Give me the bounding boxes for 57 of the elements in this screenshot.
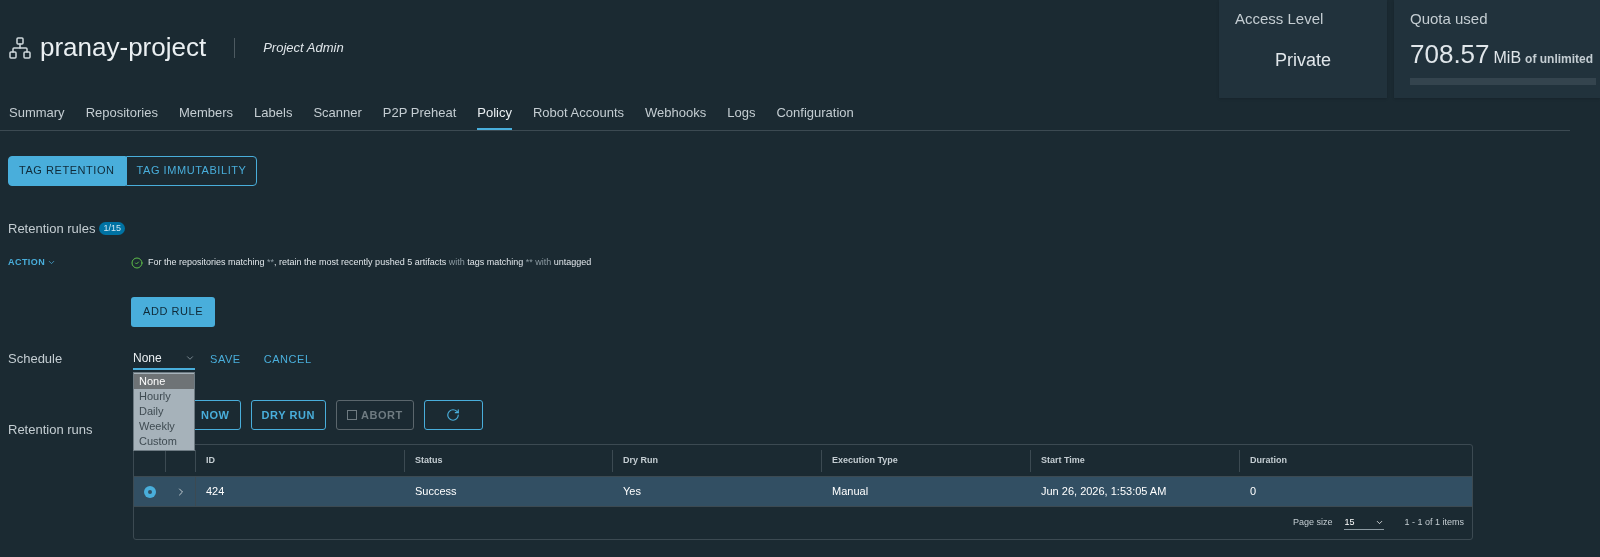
schedule-label: Schedule	[8, 350, 64, 369]
table-row[interactable]: 424 Success Yes Manual Jun 26, 2026, 1:53:05 AM 0	[134, 476, 1472, 507]
nav-tab[interactable]: Labels	[254, 100, 293, 130]
nav-tab[interactable]: Logs	[727, 100, 756, 130]
rule-description: For the repositories matching **, retain the most recently pushed 5 artifacts with tags matching ** with untagged	[148, 256, 592, 269]
table-cell: Jun 26, 2026, 1:53:05 AM	[1041, 485, 1167, 498]
table-cell: 0	[1250, 485, 1257, 498]
dropdown-option[interactable]: Custom	[134, 433, 194, 449]
schedule-select[interactable]: None	[133, 348, 195, 370]
nav-tab[interactable]: Members	[178, 100, 234, 130]
project-role: Project Admin	[263, 38, 344, 57]
save-button[interactable]: SAVE	[210, 350, 241, 368]
column-header: Start Time	[1041, 453, 1085, 467]
project-icon	[8, 35, 32, 60]
caret-icon	[1375, 518, 1385, 527]
column-header: Status	[415, 453, 443, 467]
project-title: pranay-project	[40, 31, 207, 64]
retention-tab[interactable]: TAG IMMUTABILITY	[125, 155, 258, 186]
page-size-label: Page size	[1292, 516, 1333, 530]
section-title: Retention rules	[8, 219, 96, 238]
action-menu[interactable]: ACTION	[8, 256, 131, 270]
column-header: Dry Run	[623, 453, 658, 467]
add-rule-button[interactable]: ADD RULE	[131, 296, 216, 327]
nav-tab[interactable]: Webhooks	[645, 100, 707, 130]
quota-value: 708.57	[1410, 37, 1490, 71]
cancel-button[interactable]: CANCEL	[263, 350, 312, 368]
run-button[interactable]: DRY RUN	[250, 400, 326, 431]
nav-tab[interactable]: Configuration	[776, 100, 854, 130]
nav-tab[interactable]: Summary	[9, 100, 65, 130]
checkbox-icon	[346, 410, 357, 421]
quota-unit: MiB	[1493, 47, 1522, 68]
table-cell: 424	[206, 485, 225, 498]
nav-tab[interactable]: Repositories	[85, 100, 158, 130]
nav-tab[interactable]: Policy	[477, 100, 512, 130]
section-title: Retention runs	[8, 420, 94, 439]
card-label: Access Level	[1235, 9, 1325, 29]
table-cell: Success	[415, 485, 457, 498]
refresh-button[interactable]	[423, 400, 483, 431]
table-cell: Manual	[832, 485, 869, 498]
column-header: ID	[206, 453, 215, 467]
card-value: Private	[1274, 48, 1332, 72]
pagination-range: 1 - 1 of 1 items	[1404, 516, 1464, 530]
page-size-select[interactable]: 15	[1344, 515, 1385, 531]
nav-tab[interactable]: Scanner	[313, 100, 362, 130]
table-cell: Yes	[623, 485, 641, 498]
dropdown-option[interactable]: None	[134, 373, 194, 389]
quota-limit: of unlimited	[1525, 50, 1594, 68]
refresh-icon	[446, 408, 461, 423]
column-header: Execution Type	[832, 453, 898, 467]
nav-tab[interactable]: P2P Preheat	[382, 100, 457, 130]
count-badge: 1/15	[99, 221, 125, 235]
success-icon	[131, 256, 143, 269]
row-radio[interactable]	[144, 485, 156, 498]
retention-tab[interactable]: TAG RETENTION	[8, 155, 126, 186]
card-label: Quota used	[1410, 9, 1489, 29]
column-header: Duration	[1250, 453, 1287, 467]
nav-tab[interactable]: Robot Accounts	[533, 100, 625, 130]
